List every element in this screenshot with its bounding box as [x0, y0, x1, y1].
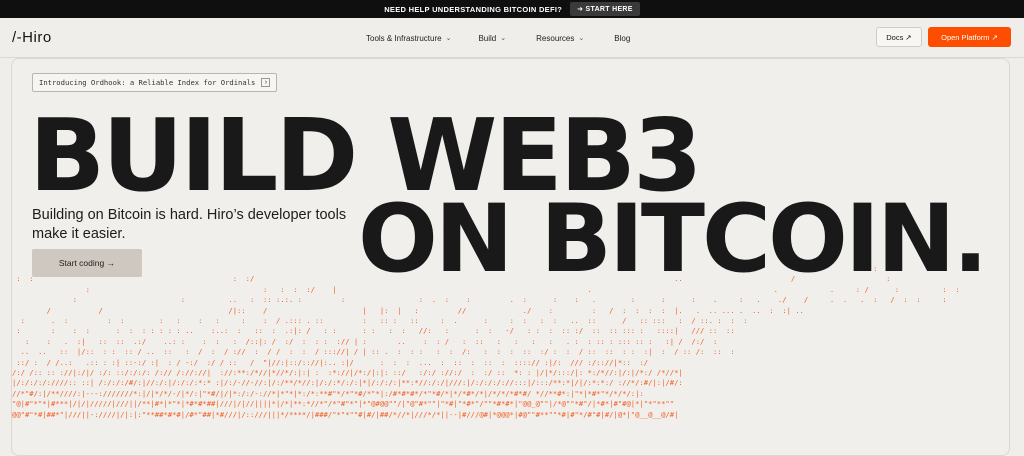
- nav-item-tools[interactable]: Tools & Infrastructure ⌄: [366, 34, 451, 43]
- chevron-down-icon: ⌄: [578, 35, 585, 42]
- ascii-art-decoration: : : : : :/ .. /::::::/ | . . .: /…: [12, 264, 1009, 455]
- top-navigation: /-Hiro Tools & Infrastructure ⌄ Build ⌄ …: [0, 18, 1024, 58]
- nav-item-build[interactable]: Build ⌄: [478, 34, 506, 43]
- hero-subtitle: Building on Bitcoin is hard. Hiro’s deve…: [32, 207, 347, 242]
- open-platform-button[interactable]: Open Platform ↗: [928, 27, 1011, 47]
- announcement-banner: NEED HELP UNDERSTANDING BITCOIN DEFI? ➜ …: [0, 0, 1024, 18]
- hiro-logo[interactable]: /-Hiro: [12, 29, 52, 46]
- chevron-down-icon: ⌄: [500, 35, 507, 42]
- ascii-art-text: : : : : :/ .. /::::::/ | . . .: /…: [12, 264, 960, 419]
- pill-text: Introducing Ordhook: a Reliable Index fo…: [39, 78, 256, 87]
- chevron-down-icon: ⌄: [445, 35, 452, 42]
- nav-links: Tools & Infrastructure ⌄ Build ⌄ Resourc…: [366, 18, 630, 58]
- docs-button[interactable]: Docs ↗: [876, 27, 922, 47]
- announcement-pill[interactable]: Introducing Ordhook: a Reliable Index fo…: [32, 73, 278, 92]
- nav-item-label: Resources: [536, 33, 575, 43]
- arrow-right-icon: ›: [261, 78, 271, 87]
- banner-text: NEED HELP UNDERSTANDING BITCOIN DEFI?: [384, 4, 563, 14]
- nav-item-label: Blog: [614, 33, 631, 43]
- nav-item-label: Tools & Infrastructure: [366, 33, 442, 43]
- nav-item-resources[interactable]: Resources ⌄: [536, 34, 584, 43]
- start-here-button[interactable]: ➜ START HERE: [570, 2, 640, 16]
- hero-section: Introducing Ordhook: a Reliable Index fo…: [11, 58, 1010, 456]
- nav-item-blog[interactable]: Blog: [614, 34, 630, 43]
- nav-item-label: Build: [478, 33, 497, 43]
